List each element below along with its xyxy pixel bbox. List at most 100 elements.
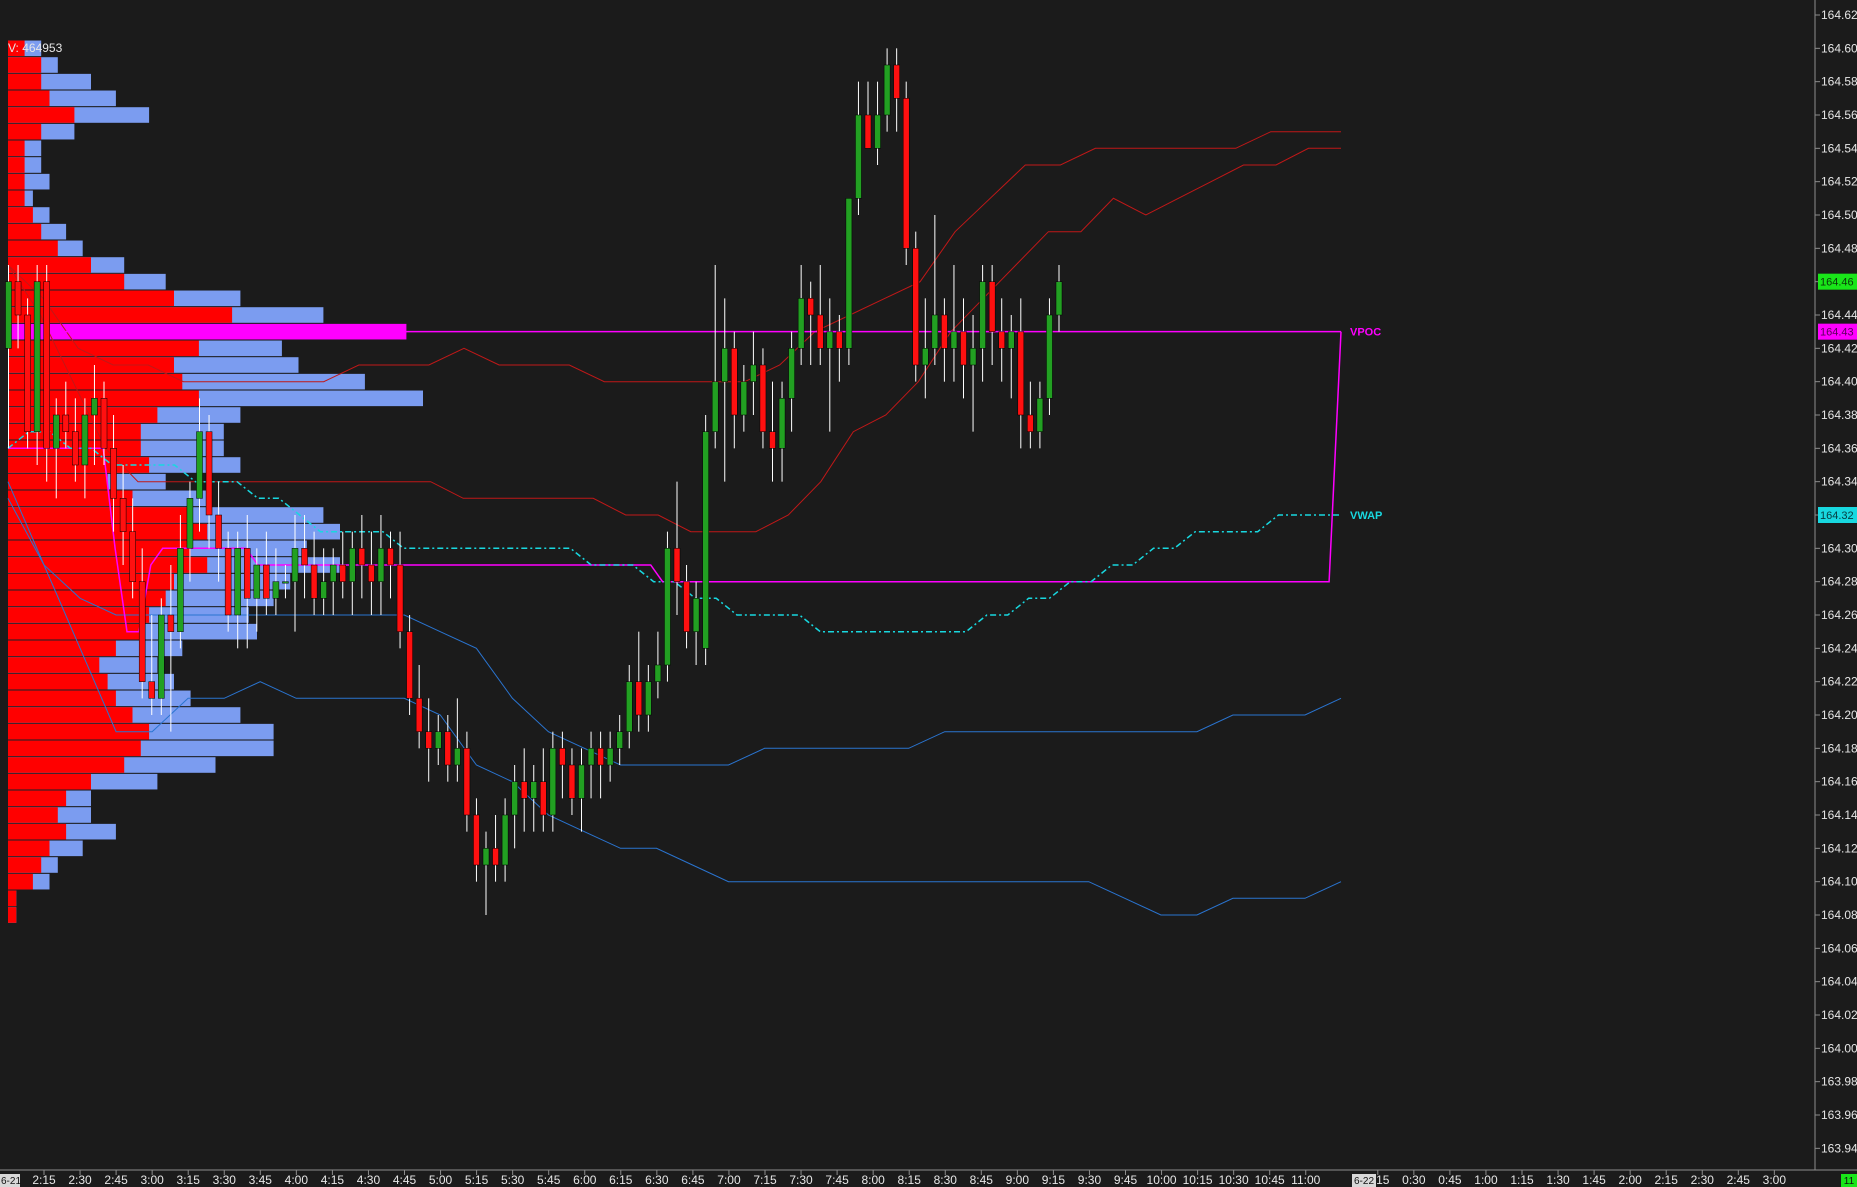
candle-body[interactable]	[91, 398, 98, 416]
candle-body[interactable]	[979, 281, 986, 349]
candle-body[interactable]	[349, 548, 356, 582]
candle-body[interactable]	[902, 98, 910, 249]
candle-body[interactable]	[320, 581, 327, 599]
candle-body[interactable]	[396, 564, 404, 632]
candle-body[interactable]	[692, 598, 700, 632]
candle-body[interactable]	[826, 331, 834, 349]
candle-body[interactable]	[387, 548, 394, 566]
candle-body[interactable]	[72, 431, 79, 466]
candle-body[interactable]	[750, 364, 757, 382]
candle-body[interactable]	[1017, 331, 1025, 416]
candle-body[interactable]	[310, 564, 318, 599]
candle-body[interactable]	[817, 314, 824, 349]
candle-body[interactable]	[597, 748, 604, 766]
candle-body[interactable]	[119, 498, 127, 532]
candle-body[interactable]	[167, 614, 175, 632]
candle-body[interactable]	[1008, 331, 1015, 349]
candle-body[interactable]	[444, 731, 452, 766]
candle-body[interactable]	[702, 431, 709, 649]
candle-body[interactable]	[205, 431, 213, 516]
candle-body[interactable]	[836, 331, 843, 349]
candle-body[interactable]	[1027, 414, 1034, 432]
candle-body[interactable]	[788, 348, 795, 399]
candle-body[interactable]	[740, 381, 748, 416]
candle-body[interactable]	[263, 564, 270, 599]
candle-body[interactable]	[425, 731, 432, 749]
candle-body[interactable]	[406, 631, 413, 699]
candle-body[interactable]	[654, 664, 662, 682]
candle-body[interactable]	[922, 348, 929, 366]
candle-body[interactable]	[893, 64, 900, 99]
candle-body[interactable]	[511, 781, 518, 816]
candle-body[interactable]	[998, 331, 1005, 349]
candle-body[interactable]	[186, 498, 194, 549]
candle-body[interactable]	[568, 764, 576, 799]
candle-body[interactable]	[874, 114, 881, 149]
candle-body[interactable]	[463, 748, 471, 816]
candle-body[interactable]	[864, 114, 872, 149]
candle-body[interactable]	[626, 681, 633, 732]
candle-body[interactable]	[81, 414, 89, 466]
candle-body[interactable]	[53, 414, 60, 449]
candle-body[interactable]	[473, 814, 480, 866]
candle-body[interactable]	[291, 548, 299, 582]
candle-body[interactable]	[797, 298, 805, 349]
candle-body[interactable]	[664, 548, 671, 666]
candle-body[interactable]	[358, 548, 366, 566]
candle-body[interactable]	[530, 781, 537, 799]
candle-body[interactable]	[1055, 281, 1063, 316]
candle-body[interactable]	[158, 614, 165, 699]
candle-body[interactable]	[845, 198, 853, 349]
candle-body[interactable]	[43, 281, 50, 449]
candle-body[interactable]	[559, 748, 566, 766]
candle-body[interactable]	[129, 531, 136, 582]
candle-body[interactable]	[883, 64, 891, 116]
candle-body[interactable]	[377, 548, 385, 582]
candle-body[interactable]	[950, 331, 958, 349]
candle-body[interactable]	[549, 748, 557, 816]
candle-body[interactable]	[769, 431, 776, 449]
candle-body[interactable]	[931, 314, 939, 349]
candle-body[interactable]	[415, 698, 423, 732]
candle-body[interactable]	[540, 781, 547, 816]
candle-body[interactable]	[138, 581, 146, 682]
candle-body[interactable]	[33, 281, 41, 432]
candle-body[interactable]	[778, 398, 786, 449]
candle-body[interactable]	[606, 748, 614, 766]
candle-body[interactable]	[329, 564, 337, 582]
candle-body[interactable]	[62, 414, 70, 432]
candle-body[interactable]	[988, 281, 996, 332]
candle-body[interactable]	[731, 348, 738, 416]
candle-body[interactable]	[578, 764, 585, 799]
candle-body[interactable]	[224, 548, 232, 616]
candle-body[interactable]	[177, 548, 184, 632]
candle-body[interactable]	[368, 564, 375, 582]
candle-body[interactable]	[501, 814, 509, 866]
candle-body[interactable]	[711, 381, 719, 432]
candle-body[interactable]	[969, 348, 977, 366]
candle-body[interactable]	[616, 731, 623, 749]
candle-body[interactable]	[5, 281, 12, 349]
candle-body[interactable]	[635, 681, 643, 716]
price-chart[interactable]: 164.62 164.60 164.58 164.56 164.54 164.52 164.…	[0, 0, 1857, 1187]
candle-body[interactable]	[721, 348, 728, 382]
candle-body[interactable]	[215, 514, 222, 549]
candle-body[interactable]	[673, 548, 681, 582]
candle-body[interactable]	[196, 431, 203, 499]
candle-body[interactable]	[282, 581, 289, 584]
candle-body[interactable]	[253, 564, 261, 599]
candle-body[interactable]	[941, 314, 948, 349]
candle-body[interactable]	[855, 114, 862, 199]
candle-body[interactable]	[960, 331, 967, 366]
candle-body[interactable]	[24, 314, 31, 432]
candle-body[interactable]	[148, 681, 155, 699]
candle-body[interactable]	[683, 581, 690, 632]
candle-body[interactable]	[482, 848, 490, 866]
candle-body[interactable]	[492, 848, 499, 866]
candle-body[interactable]	[454, 748, 461, 766]
candle-body[interactable]	[234, 548, 241, 616]
candle-body[interactable]	[645, 681, 652, 716]
candle-body[interactable]	[14, 281, 22, 316]
candle-body[interactable]	[1046, 314, 1053, 399]
candle-body[interactable]	[759, 364, 767, 432]
